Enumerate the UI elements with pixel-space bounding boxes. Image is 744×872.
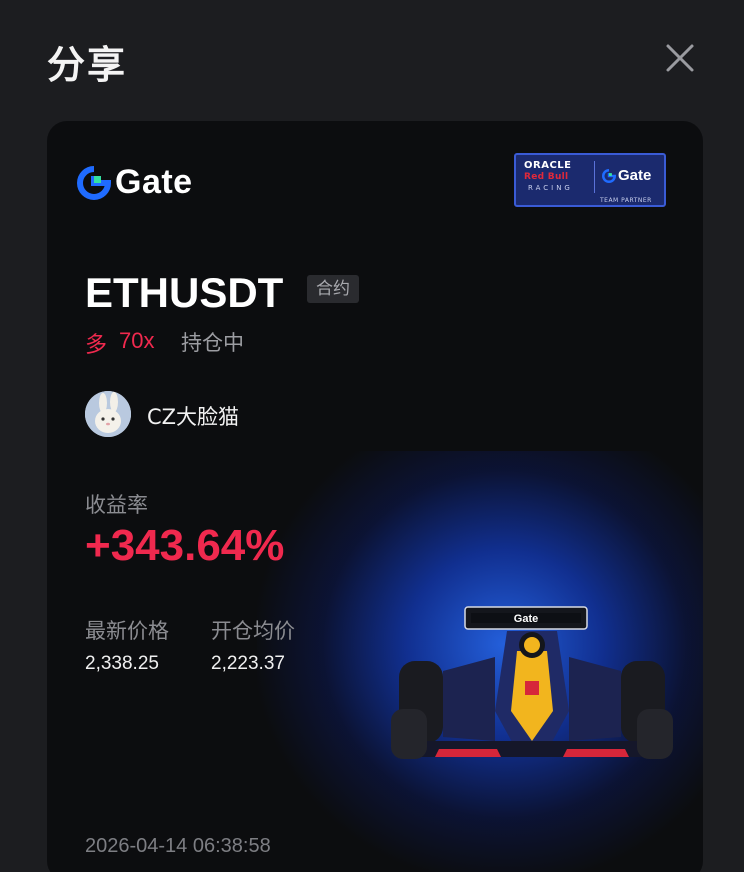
- avatar-rabbit-icon: [85, 391, 131, 437]
- partner-divider: [594, 161, 595, 193]
- dialog-title: 分享: [47, 43, 128, 87]
- contract-tag: 合约: [307, 275, 359, 303]
- gate-logo-icon: [77, 165, 111, 200]
- team-partner-badge: ORACLE Red Bull RACING Gate TEAM PARTNER: [514, 153, 666, 207]
- partner-racing-text: RACING: [528, 184, 573, 192]
- position-direction: 多: [85, 333, 108, 358]
- partner-gate-logo: Gate: [602, 167, 651, 184]
- gate-logo-icon: [602, 168, 616, 183]
- f1-car-illustration: Gate: [391, 606, 673, 759]
- latest-price-label: 最新价格: [85, 619, 169, 643]
- gate-logo-text: Gate: [115, 163, 193, 201]
- gate-logo: Gate: [77, 163, 193, 202]
- position-status: 持仓中: [181, 331, 244, 355]
- close-button[interactable]: [660, 38, 700, 78]
- position-leverage: 70x: [119, 328, 155, 353]
- timestamp: 2026-04-14 06:38:58: [85, 835, 271, 857]
- close-icon: [666, 44, 694, 72]
- partner-gate-text: Gate: [618, 167, 652, 184]
- roi-value: +343.64%: [85, 521, 285, 570]
- partner-oracle-text: ORACLE: [524, 160, 572, 171]
- partner-redbull-text: Red Bull: [524, 172, 569, 182]
- latest-price-value: 2,338.25: [85, 653, 159, 674]
- roi-label: 收益率: [85, 493, 148, 517]
- avatar: [85, 391, 131, 437]
- trading-pair: ETHUSDT: [85, 269, 284, 316]
- svg-text:Gate: Gate: [514, 613, 538, 625]
- username: CZ大脸猫: [147, 405, 240, 429]
- entry-price-label: 开仓均价: [211, 619, 295, 643]
- entry-price-value: 2,223.37: [211, 653, 285, 674]
- share-card: Gate ORACLE Red Bull RACING Gate TEAM PA…: [47, 121, 703, 872]
- partner-caption: TEAM PARTNER: [600, 197, 652, 204]
- share-dialog: 分享 Gate ORACLE Red Bull RACING Gate TEAM…: [0, 0, 744, 872]
